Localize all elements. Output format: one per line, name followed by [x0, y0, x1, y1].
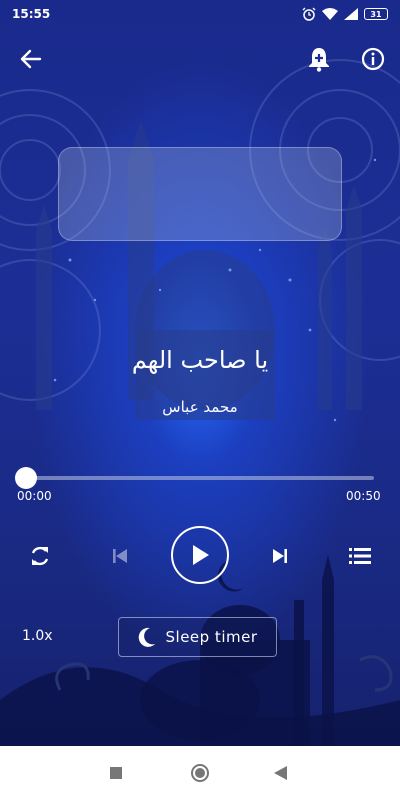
album-art-card — [58, 147, 342, 241]
skip-previous-icon — [113, 549, 127, 563]
play-button[interactable] — [171, 526, 229, 584]
elapsed-time: 00:00 — [17, 489, 52, 503]
alarm-clock-icon — [302, 7, 316, 21]
repeat-icon — [31, 546, 49, 566]
status-time: 15:55 — [12, 7, 51, 21]
next-button[interactable] — [264, 540, 296, 572]
playlist-button[interactable] — [344, 540, 376, 572]
system-navigation-bar — [0, 746, 400, 800]
recent-apps-button[interactable] — [110, 767, 122, 779]
home-dot-icon — [195, 768, 205, 778]
play-icon — [193, 545, 209, 565]
status-bar: 15:55 31 — [0, 0, 400, 28]
back-button[interactable] — [14, 42, 48, 76]
sleep-timer-button[interactable]: Sleep timer — [118, 617, 277, 657]
battery-icon: 31 — [364, 8, 388, 20]
previous-button[interactable] — [104, 540, 136, 572]
add-alarm-button[interactable] — [302, 42, 336, 76]
info-icon — [361, 47, 385, 71]
wifi-icon — [322, 8, 338, 20]
skip-next-icon — [273, 549, 287, 563]
total-time: 00:50 — [346, 489, 381, 503]
progress-thumb[interactable] — [15, 467, 37, 489]
signal-icon — [344, 8, 358, 20]
sleep-timer-label: Sleep timer — [165, 628, 258, 646]
status-icons: 31 — [302, 7, 388, 21]
home-button[interactable] — [191, 764, 209, 782]
repeat-button[interactable] — [24, 540, 56, 572]
bell-add-icon — [309, 48, 329, 72]
system-back-button[interactable] — [274, 766, 288, 780]
back-arrow-icon — [20, 49, 42, 69]
track-title: يا صاحب الهم — [131, 346, 269, 374]
playlist-icon — [349, 548, 371, 564]
info-button[interactable] — [356, 42, 390, 76]
playback-speed-button[interactable]: 1.0x — [22, 628, 53, 644]
moon-icon — [138, 627, 155, 647]
track-artist: محمد عباس — [162, 398, 238, 416]
progress-bar[interactable] — [26, 476, 374, 480]
